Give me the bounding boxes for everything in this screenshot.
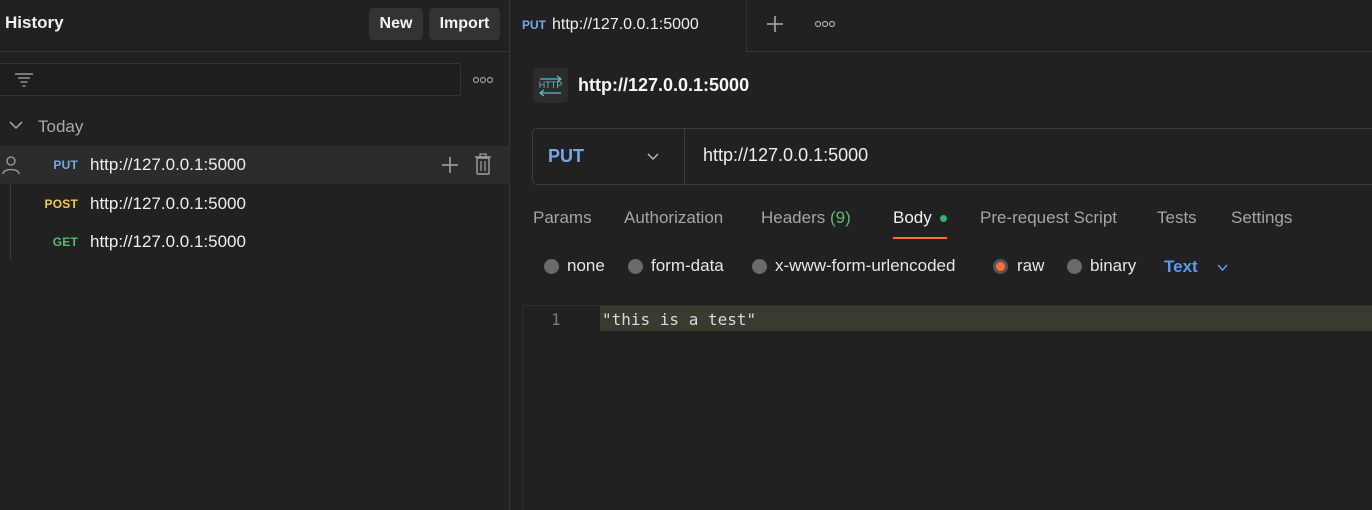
radio-form-data-label[interactable]: form-data [651, 256, 724, 276]
history-item-url: http://127.0.0.1:5000 [90, 194, 246, 213]
tab-bar: PUT http://127.0.0.1:5000 [511, 0, 1372, 52]
tab-headers[interactable]: Headers (9) [761, 208, 851, 228]
more-options-icon[interactable] [814, 17, 836, 31]
radio-raw-label[interactable]: raw [1017, 256, 1044, 276]
method-label: PUT [548, 146, 584, 166]
plus-icon[interactable] [765, 14, 785, 34]
radio-raw[interactable] [993, 259, 1008, 274]
request-tab[interactable]: PUT http://127.0.0.1:5000 [511, 0, 747, 52]
radio-binary[interactable] [1067, 259, 1082, 274]
group-label: Today [38, 117, 84, 136]
svg-text:HTTP: HTTP [539, 80, 563, 90]
request-name[interactable]: http://127.0.0.1:5000 [578, 75, 749, 96]
history-sidebar: History New Import Today PUT http://127.… [0, 0, 510, 510]
sidebar-header: History New Import [0, 0, 510, 52]
radio-none-label[interactable]: none [567, 256, 605, 276]
line-number: 1 [551, 310, 561, 329]
chevron-down-icon [647, 153, 659, 161]
radio-binary-label[interactable]: binary [1090, 256, 1136, 276]
filter-icon [15, 73, 33, 87]
http-icon: HTTP [533, 68, 568, 103]
tab-tests[interactable]: Tests [1157, 208, 1197, 228]
body-type-selector: none form-data x-www-form-urlencoded raw… [533, 254, 1372, 280]
history-item[interactable]: GET http://127.0.0.1:5000 [0, 222, 510, 260]
history-item-url: http://127.0.0.1:5000 [90, 155, 246, 174]
code-text[interactable]: "this is a test" [602, 310, 756, 329]
body-editor[interactable]: 1 "this is a test" [522, 305, 1372, 510]
tab-headers-label: Headers [761, 208, 826, 227]
history-filter-input[interactable] [0, 63, 461, 96]
history-item[interactable]: POST http://127.0.0.1:5000 [0, 184, 510, 222]
tab-params[interactable]: Params [533, 208, 592, 228]
radio-none[interactable] [544, 259, 559, 274]
chevron-down-icon [9, 121, 23, 130]
tab-prerequest-script[interactable]: Pre-request Script [980, 208, 1117, 228]
radio-form-data[interactable] [628, 259, 643, 274]
history-item-url: http://127.0.0.1:5000 [90, 232, 246, 251]
history-group-today[interactable]: Today [0, 108, 510, 144]
active-tab-indicator [893, 237, 947, 239]
url-bar: PUT [532, 128, 1372, 185]
chevron-down-icon[interactable] [1216, 263, 1229, 272]
history-item-method: PUT [53, 158, 78, 172]
trash-icon[interactable] [474, 153, 492, 175]
headers-count-badge: (9) [830, 208, 851, 227]
editor-line: 1 "this is a test" [523, 306, 1372, 331]
history-item-method: GET [52, 235, 78, 249]
history-item[interactable]: PUT http://127.0.0.1:5000 [0, 146, 510, 184]
format-select[interactable]: Text [1164, 257, 1198, 277]
request-workspace: PUT http://127.0.0.1:5000 HTTP http://12… [511, 0, 1372, 510]
tab-url: http://127.0.0.1:5000 [552, 16, 699, 33]
tab-settings[interactable]: Settings [1231, 208, 1292, 228]
tab-body[interactable]: Body [893, 208, 932, 228]
new-button[interactable]: New [369, 8, 423, 40]
method-select[interactable]: PUT [533, 129, 685, 184]
add-to-collection-icon[interactable] [440, 155, 460, 175]
body-modified-dot [940, 215, 947, 222]
radio-urlencoded[interactable] [752, 259, 767, 274]
tab-authorization[interactable]: Authorization [624, 208, 723, 228]
url-input[interactable] [703, 145, 1353, 166]
history-item-method: POST [44, 197, 78, 211]
more-options-icon[interactable] [472, 72, 494, 88]
user-icon [2, 156, 20, 175]
radio-urlencoded-label[interactable]: x-www-form-urlencoded [775, 256, 955, 276]
tab-method: PUT [522, 18, 546, 32]
sidebar-title: History [5, 13, 64, 32]
import-button[interactable]: Import [429, 8, 500, 40]
